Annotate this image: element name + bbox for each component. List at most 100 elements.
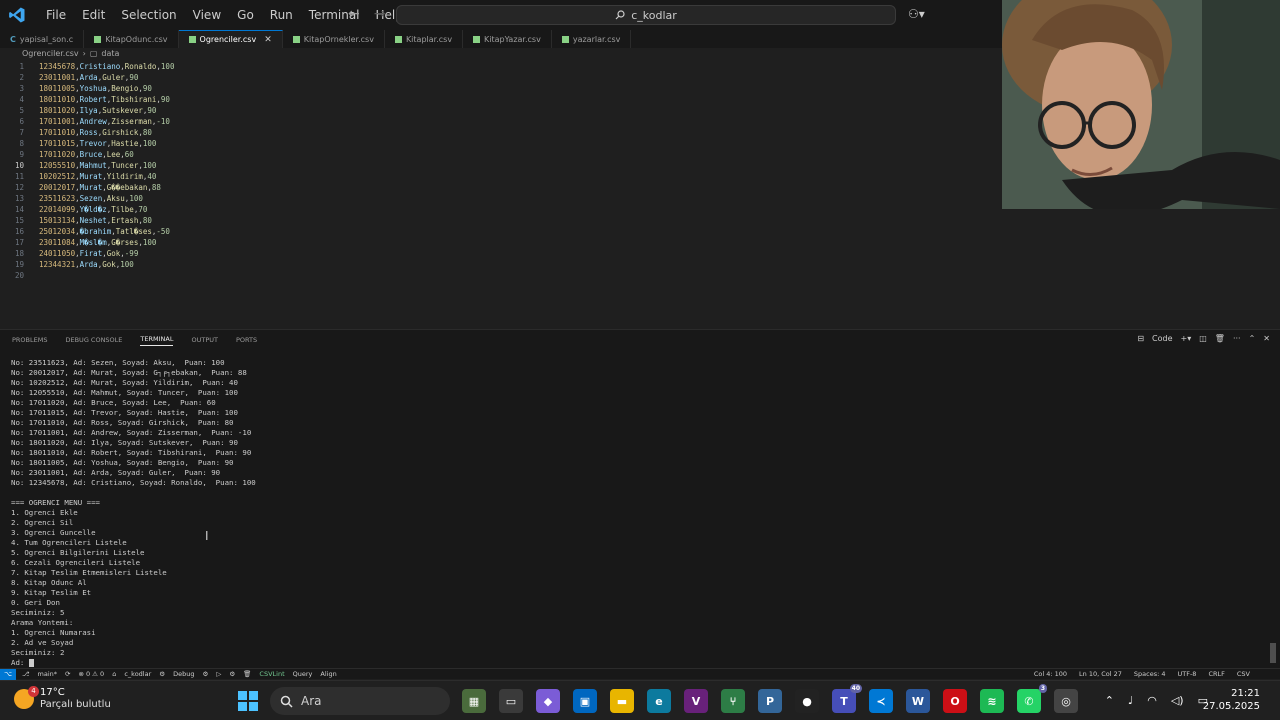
chevron-up-icon[interactable]: ⌃ <box>1249 334 1256 343</box>
postgres-icon[interactable]: P <box>758 689 782 713</box>
more-icon[interactable]: ··· <box>1233 334 1241 343</box>
line-number: 16 <box>14 227 24 236</box>
editor-tab[interactable]: Ogrenciler.csv ✕ <box>178 30 283 48</box>
system-tray: ⌃ ♩ ◠ ◁) ▭ <box>1105 694 1208 707</box>
new-terminal-icon[interactable]: +▾ <box>1181 334 1192 343</box>
terminal-shell-label[interactable]: Code <box>1152 334 1172 343</box>
bottom-panel: PROBLEMS DEBUG CONSOLE TERMINAL OUTPUT PORTS… <box>0 329 1280 668</box>
store-icon[interactable]: ▣ <box>573 689 597 713</box>
edge-icon[interactable]: e <box>647 689 671 713</box>
status-right-item[interactable]: CSV <box>1237 670 1250 678</box>
code-editor[interactable]: 1 12345678,Cristiano,Ronaldo,100 2 23011001… <box>0 61 1002 328</box>
vscode-taskbar-icon[interactable]: ≺ <box>869 689 893 713</box>
editor-tab[interactable]: KitapOdunc.csv <box>84 30 179 48</box>
run-icon[interactable]: ▷ <box>216 670 221 678</box>
terminal-line: No: 17011010, Ad: Ross, Soyad: Girshick,… <box>11 418 1251 428</box>
whatsapp-icon[interactable]: ✆ 3 <box>1017 684 1047 713</box>
terminal-scrollbar[interactable] <box>1270 355 1276 663</box>
spotify-icon[interactable]: ≋ <box>980 689 1004 713</box>
microphone-icon[interactable]: ♩ <box>1128 694 1133 707</box>
editor-tab[interactable]: yazarlar.csv <box>552 30 632 48</box>
panel-tab-problems[interactable]: PROBLEMS <box>12 336 47 344</box>
line-number: 9 <box>19 150 24 159</box>
scrollbar-thumb[interactable] <box>1270 643 1276 663</box>
back-arrow-icon[interactable]: ← <box>348 6 360 22</box>
status-folder[interactable]: c_kodlar <box>124 670 151 678</box>
file-explorer-icon[interactable]: ▬ <box>610 689 634 713</box>
line-content: 18011010,Robert,Tibshirani,90 <box>39 95 170 104</box>
close-icon[interactable]: ✕ <box>1263 334 1270 343</box>
word-icon[interactable]: W <box>906 689 930 713</box>
trash-icon[interactable]: 🗑 <box>1215 334 1225 343</box>
vscode-logo-icon[interactable] <box>8 6 26 24</box>
csv-field-name: Firat <box>79 249 103 258</box>
csv-field-score: 100 <box>129 194 143 203</box>
status-right-item[interactable]: Ln 10, Col 27 <box>1079 670 1122 678</box>
wifi-icon[interactable]: ◠ <box>1147 694 1157 707</box>
taskbar-search[interactable]: Ara <box>270 687 450 715</box>
panel-tab-ports[interactable]: PORTS <box>236 336 257 344</box>
command-center-search[interactable]: c_kodlar <box>396 5 896 25</box>
code-line: 4 18011010,Robert,Tibshirani,90 <box>0 94 1002 105</box>
github-icon[interactable]: ● <box>795 689 819 713</box>
menu-item-selection[interactable]: Selection <box>113 0 184 30</box>
breadcrumb-file[interactable]: Ogrenciler.csv <box>22 49 79 58</box>
editor-tab[interactable]: KitapYazar.csv <box>463 30 552 48</box>
gear-icon[interactable]: ⚙ <box>229 670 235 678</box>
close-icon[interactable]: ✕ <box>264 35 272 45</box>
teams-icon[interactable]: T 40 <box>832 684 862 713</box>
editor-tab[interactable]: KitapOrnekler.csv <box>283 30 385 48</box>
windows-start-icon[interactable] <box>238 691 258 711</box>
csv-field-no: 25012034 <box>39 227 76 236</box>
status-align[interactable]: Align <box>320 670 336 678</box>
opera-icon[interactable]: O <box>943 689 967 713</box>
terminal-line: 4. Tum Ogrencileri Listele <box>11 538 1251 548</box>
status-right-item[interactable]: Col 4: 100 <box>1034 670 1067 678</box>
breadcrumb-node[interactable]: data <box>101 49 119 58</box>
copilot-icon[interactable]: ⚇▾ <box>908 7 925 21</box>
editor-tab[interactable]: Kitaplar.csv <box>385 30 464 48</box>
search-icon <box>280 695 293 708</box>
editor-tab[interactable]: Cyapisal_son.c <box>0 30 85 48</box>
task-view-icon[interactable]: ▦ <box>462 689 486 713</box>
forward-arrow-icon[interactable]: → <box>374 6 386 22</box>
code-line: 20 <box>0 270 1002 281</box>
desktop-icon[interactable]: ▭ <box>499 689 523 713</box>
copilot-app-icon[interactable]: ◆ <box>536 689 560 713</box>
status-query[interactable]: Query <box>293 670 313 678</box>
status-problems[interactable]: ⊗ 0 ⚠ 0 <box>78 670 104 678</box>
weather-widget[interactable]: 4 17°C Parçalı bulutlu <box>14 686 111 711</box>
csv-field-score: -10 <box>156 117 170 126</box>
terminal-shell-icon[interactable]: ⊟ <box>1137 334 1144 343</box>
menu-item-go[interactable]: Go <box>229 0 262 30</box>
status-right-item[interactable]: UTF-8 <box>1178 670 1197 678</box>
visual-studio-icon[interactable]: V <box>684 689 708 713</box>
trash-icon[interactable]: 🗑 <box>243 670 251 678</box>
chevron-up-icon[interactable]: ⌃ <box>1105 694 1114 707</box>
panel-tab-terminal[interactable]: TERMINAL <box>140 335 174 346</box>
obs-icon[interactable]: ◎ <box>1054 689 1078 713</box>
terminal-output[interactable]: No: 23511623, Ad: Sezen, Soyad: Aksu, Pu… <box>11 358 1251 668</box>
menu-item-edit[interactable]: Edit <box>74 0 113 30</box>
status-right-item[interactable]: Spaces: 4 <box>1134 670 1166 678</box>
taskbar-search-placeholder: Ara <box>301 694 322 708</box>
panel-tab-output[interactable]: OUTPUT <box>191 336 218 344</box>
menu-item-run[interactable]: Run <box>262 0 301 30</box>
git-app-icon[interactable]: ⑂ <box>721 689 745 713</box>
volume-icon[interactable]: ◁) <box>1171 694 1184 707</box>
menu-item-view[interactable]: View <box>185 0 229 30</box>
status-csvlint[interactable]: CSVLint <box>259 670 284 678</box>
remote-icon[interactable]: ⌥ <box>0 668 16 680</box>
csv-field-surname: Gok <box>102 260 116 269</box>
csv-file-icon <box>188 36 196 43</box>
status-debug[interactable]: Debug <box>173 670 194 678</box>
search-icon <box>615 10 625 20</box>
status-right-item[interactable]: CRLF <box>1208 670 1224 678</box>
status-branch[interactable]: main* <box>38 670 58 678</box>
taskbar-clock[interactable]: 21:21 27.05.2025 <box>1203 687 1260 713</box>
menu-item-file[interactable]: File <box>38 0 74 30</box>
settings-icon[interactable]: ⚙ <box>202 670 208 678</box>
sync-icon[interactable]: ⟳ <box>65 670 70 678</box>
split-terminal-icon[interactable]: ◫ <box>1199 334 1207 343</box>
panel-tab-debug-console[interactable]: DEBUG CONSOLE <box>65 336 122 344</box>
